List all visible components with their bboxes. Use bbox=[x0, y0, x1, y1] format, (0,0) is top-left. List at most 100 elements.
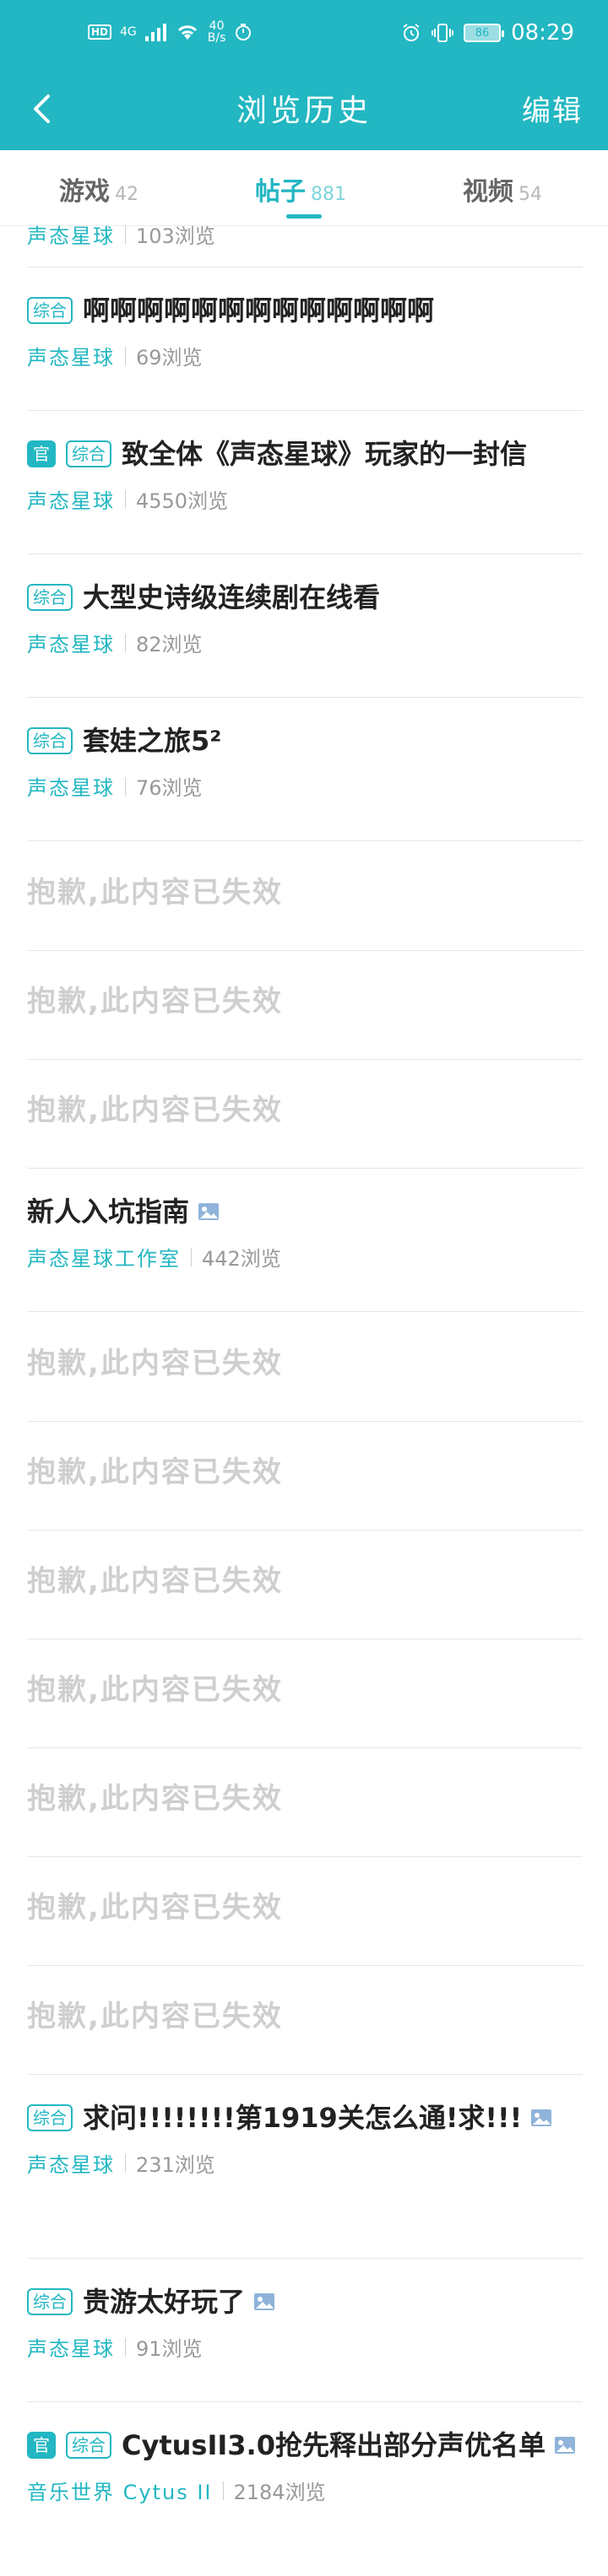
divider bbox=[27, 840, 583, 841]
tab-games[interactable]: 游戏 42 bbox=[59, 170, 138, 208]
category-tag: 综合 bbox=[27, 297, 73, 324]
unavailable-item[interactable]: 抱歉,此内容已失效 bbox=[27, 1340, 283, 1381]
list-item[interactable]: 声态星球 103浏览 bbox=[27, 209, 583, 249]
tab-count: 54 bbox=[518, 184, 542, 205]
meta-separator bbox=[125, 489, 126, 509]
divider bbox=[27, 2074, 583, 2075]
unavailable-item[interactable]: 抱歉,此内容已失效 bbox=[27, 1993, 283, 2034]
divider bbox=[27, 1856, 583, 1857]
clock: 08:29 bbox=[511, 20, 574, 46]
unavailable-item[interactable]: 抱歉,此内容已失效 bbox=[27, 1775, 283, 1817]
meta-separator bbox=[191, 1247, 192, 1266]
meta-separator bbox=[125, 633, 126, 652]
post-source[interactable]: 声态星球 bbox=[27, 628, 115, 657]
meta-separator bbox=[125, 346, 126, 365]
unavailable-item[interactable]: 抱歉,此内容已失效 bbox=[27, 1666, 283, 1708]
post-source[interactable]: 声态星球 bbox=[27, 2332, 115, 2362]
category-tag: 综合 bbox=[27, 584, 73, 611]
list-item[interactable]: 综合 大型史诗级连续剧在线看 声态星球 82浏览 bbox=[27, 577, 583, 657]
image-icon bbox=[254, 2293, 275, 2310]
network-type: 4G bbox=[120, 25, 137, 39]
unavailable-item[interactable]: 抱歉,此内容已失效 bbox=[27, 1884, 283, 1925]
meta-separator bbox=[125, 776, 126, 796]
unavailable-item[interactable]: 抱歉,此内容已失效 bbox=[27, 869, 283, 910]
timer-icon bbox=[236, 24, 252, 41]
list-item[interactable]: 综合 套娃之旅5² 声态星球 76浏览 bbox=[27, 721, 583, 801]
hd-indicator: HD bbox=[88, 24, 112, 40]
post-source[interactable]: 声态星球 bbox=[27, 771, 115, 801]
unavailable-item[interactable]: 抱歉,此内容已失效 bbox=[27, 978, 283, 1019]
view-count: 231浏览 bbox=[136, 2153, 215, 2177]
meta-separator bbox=[125, 2337, 126, 2357]
divider bbox=[27, 697, 583, 698]
app-bar: HD 4G 40 B/s 86 08:29 浏览历史 编辑 bbox=[0, 0, 608, 150]
post-source[interactable]: 声态星球 bbox=[27, 341, 115, 370]
divider bbox=[27, 1530, 583, 1531]
post-title: 致全体《声态星球》玩家的一封信 bbox=[122, 438, 528, 470]
image-icon bbox=[554, 2437, 575, 2454]
post-title: 啊啊啊啊啊啊啊啊啊啊啊啊啊 bbox=[83, 294, 435, 327]
official-tag: 官 bbox=[27, 440, 56, 467]
view-count: 91浏览 bbox=[136, 2337, 203, 2361]
divider bbox=[27, 1747, 583, 1748]
network-speed-unit: B/s bbox=[207, 31, 226, 45]
post-title: 求问!!!!!!!!第1919关怎么通!求!!! bbox=[83, 2102, 523, 2134]
view-count: 442浏览 bbox=[202, 1247, 281, 1271]
divider bbox=[27, 410, 583, 411]
divider bbox=[27, 950, 583, 951]
post-source[interactable]: 声态星球 bbox=[27, 219, 115, 249]
signal-icon bbox=[144, 24, 166, 41]
post-source[interactable]: 声态星球工作室 bbox=[27, 1242, 181, 1272]
battery-level: 86 bbox=[475, 26, 490, 40]
view-count: 69浏览 bbox=[136, 346, 203, 370]
network-speed: 40 bbox=[209, 19, 225, 33]
list-item[interactable]: 官 综合 致全体《声态星球》玩家的一封信 声态星球 4550浏览 bbox=[27, 434, 583, 514]
divider bbox=[27, 1059, 583, 1060]
list-item[interactable]: 综合 贵游太好玩了 声态星球 91浏览 bbox=[27, 2282, 583, 2362]
meta-separator bbox=[125, 2153, 126, 2173]
unavailable-item[interactable]: 抱歉,此内容已失效 bbox=[27, 1087, 283, 1128]
divider bbox=[27, 1168, 583, 1169]
category-tag: 综合 bbox=[27, 2104, 73, 2131]
list-item[interactable]: 综合 啊啊啊啊啊啊啊啊啊啊啊啊啊 声态星球 69浏览 bbox=[27, 290, 583, 370]
list-item[interactable]: 新人入坑指南 声态星球工作室 442浏览 bbox=[27, 1191, 583, 1272]
list-item[interactable]: 官 综合 CytusII3.0抢先释出部分声优名单 音乐世界 Cytus II … bbox=[27, 2425, 583, 2505]
post-title: 贵游太好玩了 bbox=[83, 2286, 246, 2318]
view-count: 76浏览 bbox=[136, 776, 203, 800]
tab-videos[interactable]: 视频 54 bbox=[463, 170, 542, 208]
list-item[interactable]: 综合 求问!!!!!!!!第1919关怎么通!求!!! 声态星球 231浏览 bbox=[27, 2098, 583, 2178]
title-bar: 浏览历史 编辑 bbox=[0, 68, 608, 150]
battery-icon: 86 bbox=[464, 24, 505, 42]
post-source[interactable]: 声态星球 bbox=[27, 484, 115, 514]
post-title: 套娃之旅5² bbox=[83, 725, 222, 757]
image-icon bbox=[531, 2109, 552, 2126]
tab-posts[interactable]: 帖子 881 bbox=[255, 170, 346, 208]
page-title: 浏览历史 bbox=[236, 94, 372, 128]
unavailable-item[interactable]: 抱歉,此内容已失效 bbox=[27, 1449, 283, 1490]
official-tag: 官 bbox=[27, 2432, 56, 2459]
status-bar: HD 4G 40 B/s 86 08:29 bbox=[0, 0, 608, 68]
post-source[interactable]: 声态星球 bbox=[27, 2148, 115, 2178]
divider bbox=[27, 1965, 583, 1966]
post-source[interactable]: 音乐世界 Cytus II bbox=[27, 2476, 213, 2505]
post-title: 新人入坑指南 bbox=[27, 1196, 190, 1228]
view-count: 4550浏览 bbox=[136, 489, 229, 513]
tab-count: 881 bbox=[311, 184, 346, 205]
divider bbox=[27, 1421, 583, 1422]
tab-count: 42 bbox=[115, 184, 138, 205]
view-count: 2184浏览 bbox=[233, 2481, 326, 2504]
view-count: 103浏览 bbox=[136, 224, 215, 248]
edit-button[interactable]: 编辑 bbox=[522, 88, 583, 129]
post-title: CytusII3.0抢先释出部分声优名单 bbox=[122, 2429, 546, 2461]
category-tag: 综合 bbox=[27, 2288, 73, 2315]
view-count: 82浏览 bbox=[136, 633, 203, 656]
divider bbox=[27, 1311, 583, 1312]
unavailable-item[interactable]: 抱歉,此内容已失效 bbox=[27, 1558, 283, 1599]
meta-separator bbox=[222, 2481, 224, 2500]
meta-separator bbox=[125, 224, 126, 244]
category-tag: 综合 bbox=[66, 2432, 111, 2459]
wifi-icon bbox=[177, 25, 197, 40]
alarm-icon bbox=[403, 24, 420, 41]
tab-label: 视频 bbox=[463, 177, 513, 207]
post-title: 大型史诗级连续剧在线看 bbox=[83, 581, 381, 613]
